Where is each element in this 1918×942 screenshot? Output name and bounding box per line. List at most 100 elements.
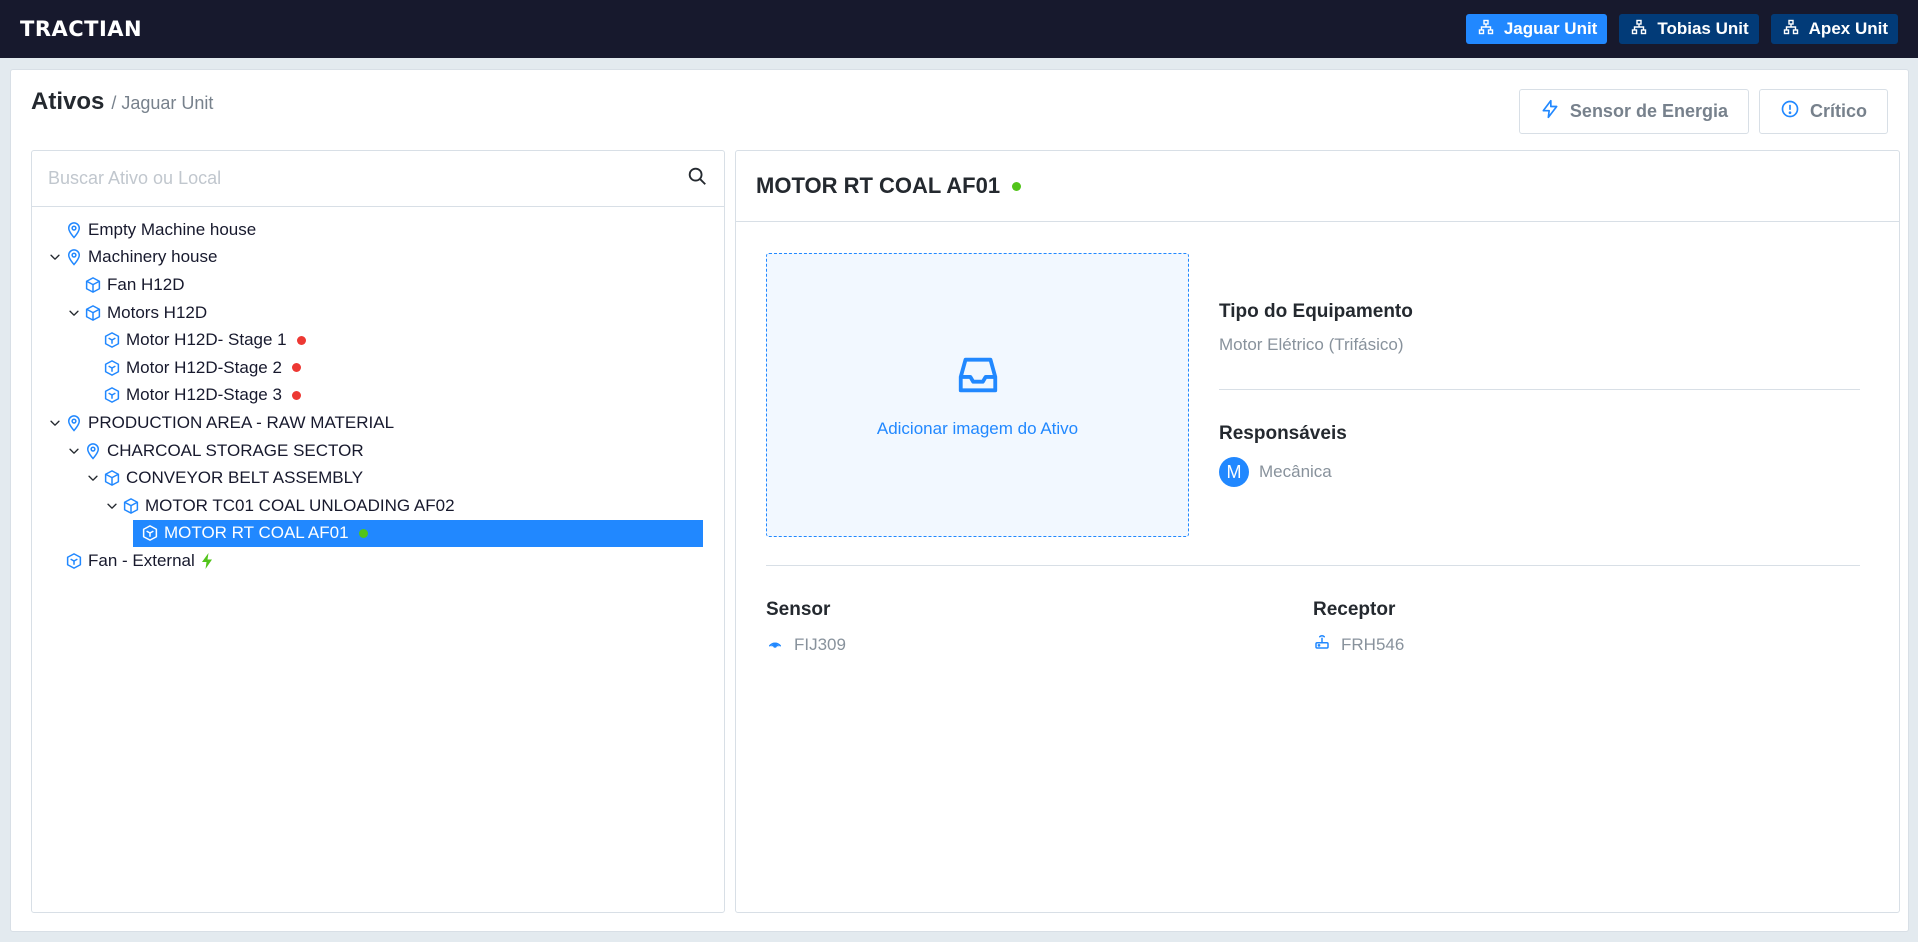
location-pin-icon xyxy=(84,442,102,460)
sensor-label: Sensor xyxy=(766,599,831,620)
asset-tree: Empty Machine house Machinery house Fan H1… xyxy=(32,207,724,575)
responsibles-section: Responsáveis M Mecânica xyxy=(1219,423,1860,487)
tree-item-label: Motor H12D-Stage 3 xyxy=(126,385,282,405)
equipment-type-label: Tipo do Equipamento xyxy=(1219,301,1413,322)
unit-button-label: Apex Unit xyxy=(1808,19,1888,38)
component-cube-icon xyxy=(103,359,121,377)
tree-item[interactable]: Motor H12D-Stage 3 xyxy=(32,382,724,410)
logo: TRACTIAN xyxy=(20,17,143,41)
tree-item[interactable]: Fan - External xyxy=(32,547,724,575)
tree-item-label: Fan - External xyxy=(88,550,195,570)
tree-item-label: Empty Machine house xyxy=(88,219,257,239)
status-operating-dot xyxy=(1012,181,1022,191)
chevron-down-icon[interactable] xyxy=(46,414,64,432)
search-bar xyxy=(32,151,724,207)
add-asset-image-button[interactable]: Adicionar imagem do Ativo xyxy=(766,253,1189,537)
energy-sensor-filter-label: Sensor de Energia xyxy=(1569,101,1728,121)
alert-circle-icon xyxy=(1780,99,1800,124)
sensor-section: Sensor FIJ309 xyxy=(766,599,846,656)
energy-sensor-filter-button[interactable]: Sensor de Energia xyxy=(1518,89,1749,134)
lightning-bolt-icon xyxy=(1540,99,1560,124)
cube-icon xyxy=(103,469,121,487)
unit-button-label: Jaguar Unit xyxy=(1503,19,1598,38)
tree-item[interactable]: Fan H12D xyxy=(32,271,724,299)
chevron-down-icon[interactable] xyxy=(46,248,64,266)
location-pin-icon xyxy=(65,248,83,266)
status-alert-dot xyxy=(291,363,301,373)
tree-item-label: MOTOR TC01 COAL UNLOADING AF02 xyxy=(145,495,455,515)
responsible-item: M Mecânica xyxy=(1219,457,1860,487)
receiver-label: Receptor xyxy=(1313,599,1396,620)
tree-item-selected[interactable]: MOTOR RT COAL AF01 xyxy=(133,519,703,548)
chevron-down-icon[interactable] xyxy=(103,497,121,515)
receiver-row: FRH546 xyxy=(1313,633,1404,656)
unit-button-label: Tobias Unit xyxy=(1657,19,1749,38)
status-alert-dot xyxy=(291,390,301,400)
tree-item[interactable]: MOTOR TC01 COAL UNLOADING AF02 xyxy=(32,492,724,520)
cube-icon xyxy=(84,276,102,294)
tree-item[interactable]: Motors H12D xyxy=(32,299,724,327)
divider xyxy=(766,565,1860,566)
search-icon[interactable] xyxy=(686,165,708,192)
critical-filter-button[interactable]: Crítico xyxy=(1758,89,1888,134)
chevron-down-icon[interactable] xyxy=(84,469,102,487)
asset-title: MOTOR RT COAL AF01 xyxy=(756,173,1001,198)
divider xyxy=(1219,389,1860,390)
inbox-icon xyxy=(955,352,1001,403)
unit-tree-icon xyxy=(1478,19,1494,40)
tree-item[interactable]: Motor H12D-Stage 2 xyxy=(32,354,724,382)
tree-item-label: PRODUCTION AREA - RAW MATERIAL xyxy=(88,412,395,432)
tree-item-label: Machinery house xyxy=(88,247,218,267)
cube-icon xyxy=(122,497,140,515)
unit-button-apex-unit[interactable]: Apex Unit xyxy=(1770,14,1898,44)
lightning-bolt-icon xyxy=(201,552,213,569)
tree-item-label: Motor H12D- Stage 1 xyxy=(126,330,287,350)
responsible-name: Mecânica xyxy=(1259,462,1332,481)
unit-button-jaguar-unit[interactable]: Jaguar Unit xyxy=(1465,14,1608,44)
breadcrumb: / Jaguar Unit xyxy=(111,93,214,113)
responsibles-label: Responsáveis xyxy=(1219,423,1347,444)
router-icon xyxy=(1313,633,1331,656)
component-cube-icon xyxy=(65,552,83,570)
component-cube-icon xyxy=(103,331,121,349)
search-input[interactable] xyxy=(48,168,648,189)
tree-item[interactable]: Motor H12D- Stage 1 xyxy=(32,326,724,354)
location-pin-icon xyxy=(65,221,83,239)
tree-item-label: Fan H12D xyxy=(107,274,185,294)
tree-item-label: CONVEYOR BELT ASSEMBLY xyxy=(126,468,364,488)
critical-filter-label: Crítico xyxy=(1809,101,1867,121)
page-header: Ativos / Jaguar Unit xyxy=(31,88,213,116)
tree-item-label: CHARCOAL STORAGE SECTOR xyxy=(107,440,364,460)
tree-item[interactable]: CONVEYOR BELT ASSEMBLY xyxy=(32,464,724,492)
chevron-down-icon[interactable] xyxy=(65,442,83,460)
asset-detail-header: MOTOR RT COAL AF01 xyxy=(736,151,1899,222)
tree-item[interactable]: Machinery house xyxy=(32,244,724,272)
receiver-section: Receptor FRH546 xyxy=(1313,599,1404,656)
status-operating-dot xyxy=(358,528,368,538)
status-alert-dot xyxy=(296,335,306,345)
page-title: Ativos xyxy=(31,88,105,115)
tree-item[interactable]: Empty Machine house xyxy=(32,216,724,244)
chevron-down-icon[interactable] xyxy=(65,304,83,322)
unit-button-tobias-unit[interactable]: Tobias Unit xyxy=(1619,14,1759,44)
sensor-row: FIJ309 xyxy=(766,633,846,656)
sensor-value: FIJ309 xyxy=(794,634,846,654)
unit-tree-icon xyxy=(1783,19,1799,40)
asset-tree-panel: Empty Machine house Machinery house Fan H1… xyxy=(31,150,725,913)
unit-switcher: Jaguar Unit Tobias Unit Apex Unit xyxy=(1465,14,1898,44)
wireless-sensor-icon xyxy=(766,633,784,656)
tree-item[interactable]: CHARCOAL STORAGE SECTOR xyxy=(32,437,724,465)
tree-item-label: Motor H12D-Stage 2 xyxy=(126,357,282,377)
tree-item[interactable]: PRODUCTION AREA - RAW MATERIAL xyxy=(32,409,724,437)
asset-detail-panel: MOTOR RT COAL AF01 Adicionar imagem do A… xyxy=(735,150,1900,913)
tree-item-label: MOTOR RT COAL AF01 xyxy=(164,523,349,543)
filter-buttons: Sensor de Energia Crítico xyxy=(1518,89,1888,134)
tree-item-label: Motors H12D xyxy=(107,302,208,322)
location-pin-icon xyxy=(65,414,83,432)
